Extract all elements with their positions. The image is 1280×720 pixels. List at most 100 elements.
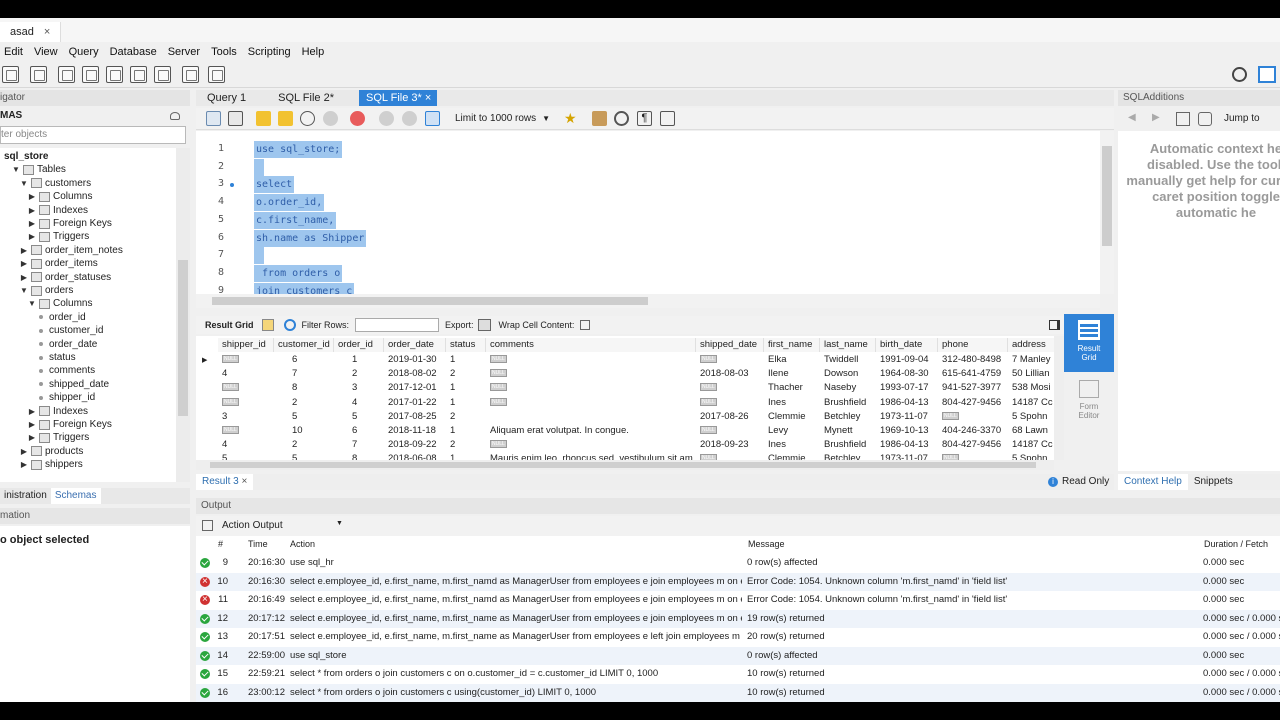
collapsed-arrow-icon[interactable]: ▶: [20, 458, 28, 471]
grid-cell[interactable]: NULL: [490, 353, 700, 367]
menu-database[interactable]: Database: [106, 46, 164, 58]
grid-cell[interactable]: 312-480-8498: [942, 353, 1012, 367]
grid-cell[interactable]: 2018-09-22: [388, 438, 450, 452]
find-icon[interactable]: [614, 111, 629, 126]
refresh-icon[interactable]: [283, 319, 296, 331]
grid-cell[interactable]: 10: [292, 424, 352, 438]
column-header[interactable]: shipped_date: [696, 338, 764, 352]
create-view-icon[interactable]: [130, 66, 147, 83]
editor-horizontal-scroll-thumb[interactable]: [212, 297, 648, 305]
column-header[interactable]: shipper_id: [218, 338, 274, 352]
grid-cell[interactable]: 2017-12-01: [388, 381, 450, 395]
column-header[interactable]: status: [446, 338, 486, 352]
tree-item[interactable]: ▶ shippers: [20, 458, 83, 471]
grid-cell[interactable]: 2: [292, 438, 352, 452]
grid-cell[interactable]: 1986-04-13: [880, 438, 942, 452]
tree-item[interactable]: ▶ Triggers: [28, 431, 89, 444]
export-icon[interactable]: [477, 319, 491, 331]
result-grid[interactable]: shipper_id customer_id order_id order_date s…: [196, 336, 1054, 460]
grid-cell[interactable]: 4: [222, 438, 278, 452]
expanded-arrow-icon[interactable]: ▼: [20, 177, 28, 190]
code-line[interactable]: use sql_store;: [254, 141, 343, 158]
new-sql-tab-icon[interactable]: [2, 66, 19, 83]
output-column-header[interactable]: Time: [248, 536, 268, 552]
tree-item[interactable]: ▶ Indexes: [28, 204, 88, 217]
tree-item[interactable]: ▶ order_items: [20, 257, 98, 270]
grid-vertical-scrollbar[interactable]: [1054, 336, 1064, 460]
grid-cell[interactable]: NULL: [222, 424, 278, 438]
grid-cell[interactable]: 5 Spohn: [1012, 452, 1054, 460]
tab-administration[interactable]: inistration: [0, 488, 51, 504]
tree-item[interactable]: comments: [36, 364, 95, 377]
auto-help-icon[interactable]: [1198, 112, 1212, 126]
grid-cell[interactable]: 1991-09-04: [880, 353, 942, 367]
collapsed-arrow-icon[interactable]: ▶: [20, 445, 28, 458]
tab-schemas[interactable]: Schemas: [50, 488, 101, 504]
grid-horizontal-scroll-thumb[interactable]: [210, 462, 1036, 468]
column-header[interactable]: first_name: [764, 338, 820, 352]
grid-cell[interactable]: 404-246-3370: [942, 424, 1012, 438]
grid-cell[interactable]: Brushfield: [824, 396, 880, 410]
grid-cell[interactable]: 6: [292, 353, 352, 367]
grid-cell[interactable]: 2: [292, 396, 352, 410]
grid-cell[interactable]: NULL: [490, 396, 700, 410]
grid-cell[interactable]: Ines: [768, 438, 824, 452]
grid-cell[interactable]: Brushfield: [824, 438, 880, 452]
tree-item[interactable]: ▶ Indexes: [28, 405, 88, 418]
tree-item[interactable]: ▶ Foreign Keys: [28, 217, 112, 230]
wrap-cell-icon[interactable]: [580, 320, 591, 330]
reconnect-icon[interactable]: [208, 66, 225, 83]
grid-cell[interactable]: NULL: [942, 452, 1012, 460]
tree-item[interactable]: ▼ Columns: [28, 297, 92, 310]
expanded-arrow-icon[interactable]: ▼: [12, 163, 20, 176]
grid-cell[interactable]: Betchley: [824, 410, 880, 424]
toggle-error-icon[interactable]: [350, 111, 365, 126]
open-sql-script-icon[interactable]: [30, 66, 47, 83]
grid-cell[interactable]: 1973-11-07: [880, 410, 942, 424]
grid-cell[interactable]: 538 Mosi: [1012, 381, 1054, 395]
create-procedure-icon[interactable]: [154, 66, 171, 83]
tree-item[interactable]: customer_id: [36, 324, 103, 337]
grid-cell[interactable]: 2017-01-22: [388, 396, 450, 410]
output-column-header[interactable]: Action: [290, 536, 315, 552]
rollback-icon[interactable]: [402, 111, 417, 126]
close-icon[interactable]: ×: [241, 476, 247, 487]
expanded-arrow-icon[interactable]: ▼: [28, 297, 36, 310]
tree-item[interactable]: ▼ Tables: [12, 163, 66, 176]
menu-query[interactable]: Query: [65, 46, 106, 58]
grid-cell[interactable]: NULL: [490, 438, 700, 452]
code-line[interactable]: [254, 247, 265, 265]
chevron-down-icon[interactable]: ▼: [336, 520, 343, 527]
column-header[interactable]: customer_id: [274, 338, 334, 352]
code-line[interactable]: c.first_name,: [254, 211, 337, 229]
expanded-arrow-icon[interactable]: ▼: [20, 284, 28, 297]
grid-cell[interactable]: 2: [450, 367, 490, 381]
grid-cell[interactable]: 1: [450, 452, 490, 460]
grid-cell[interactable]: 2019-01-30: [388, 353, 450, 367]
grid-cell[interactable]: 1: [450, 424, 490, 438]
tree-item[interactable]: order_date: [36, 338, 97, 351]
code-line[interactable]: select: [254, 176, 295, 194]
output-row[interactable]: 11 20:16:49 select e.employee_id, e.first_…: [196, 591, 1280, 610]
output-row[interactable]: 13 20:17:51 select e.employee_id, e.first_…: [196, 628, 1280, 647]
output-row[interactable]: 12 20:17:12 select e.employee_id, e.first_…: [196, 609, 1280, 628]
tree-item[interactable]: ▶ Triggers: [28, 230, 89, 243]
menu-scripting[interactable]: Scripting: [244, 46, 298, 58]
tab-context-help[interactable]: Context Help: [1118, 474, 1188, 490]
tab-result-3[interactable]: Result 3 ×: [196, 474, 254, 490]
jump-to-label[interactable]: Jump to: [1224, 113, 1260, 124]
tree-item[interactable]: ▼ customers: [20, 177, 91, 190]
menu-view[interactable]: View: [30, 46, 65, 58]
grid-cell[interactable]: 1986-04-13: [880, 396, 942, 410]
grid-cell[interactable]: 1969-10-13: [880, 424, 942, 438]
explain-icon[interactable]: [300, 111, 315, 126]
output-row[interactable]: 15 22:59:21 select * from orders o join cu…: [196, 665, 1280, 684]
grid-cell[interactable]: NULL: [700, 381, 768, 395]
grid-cell[interactable]: 804-427-9456: [942, 396, 1012, 410]
grid-cell[interactable]: 2018-11-18: [388, 424, 450, 438]
collapsed-arrow-icon[interactable]: ▶: [20, 271, 28, 284]
stop-icon[interactable]: [323, 111, 338, 126]
grid-cell[interactable]: 615-641-4759: [942, 367, 1012, 381]
grid-cell[interactable]: NULL: [700, 353, 768, 367]
create-table-icon[interactable]: [106, 66, 123, 83]
